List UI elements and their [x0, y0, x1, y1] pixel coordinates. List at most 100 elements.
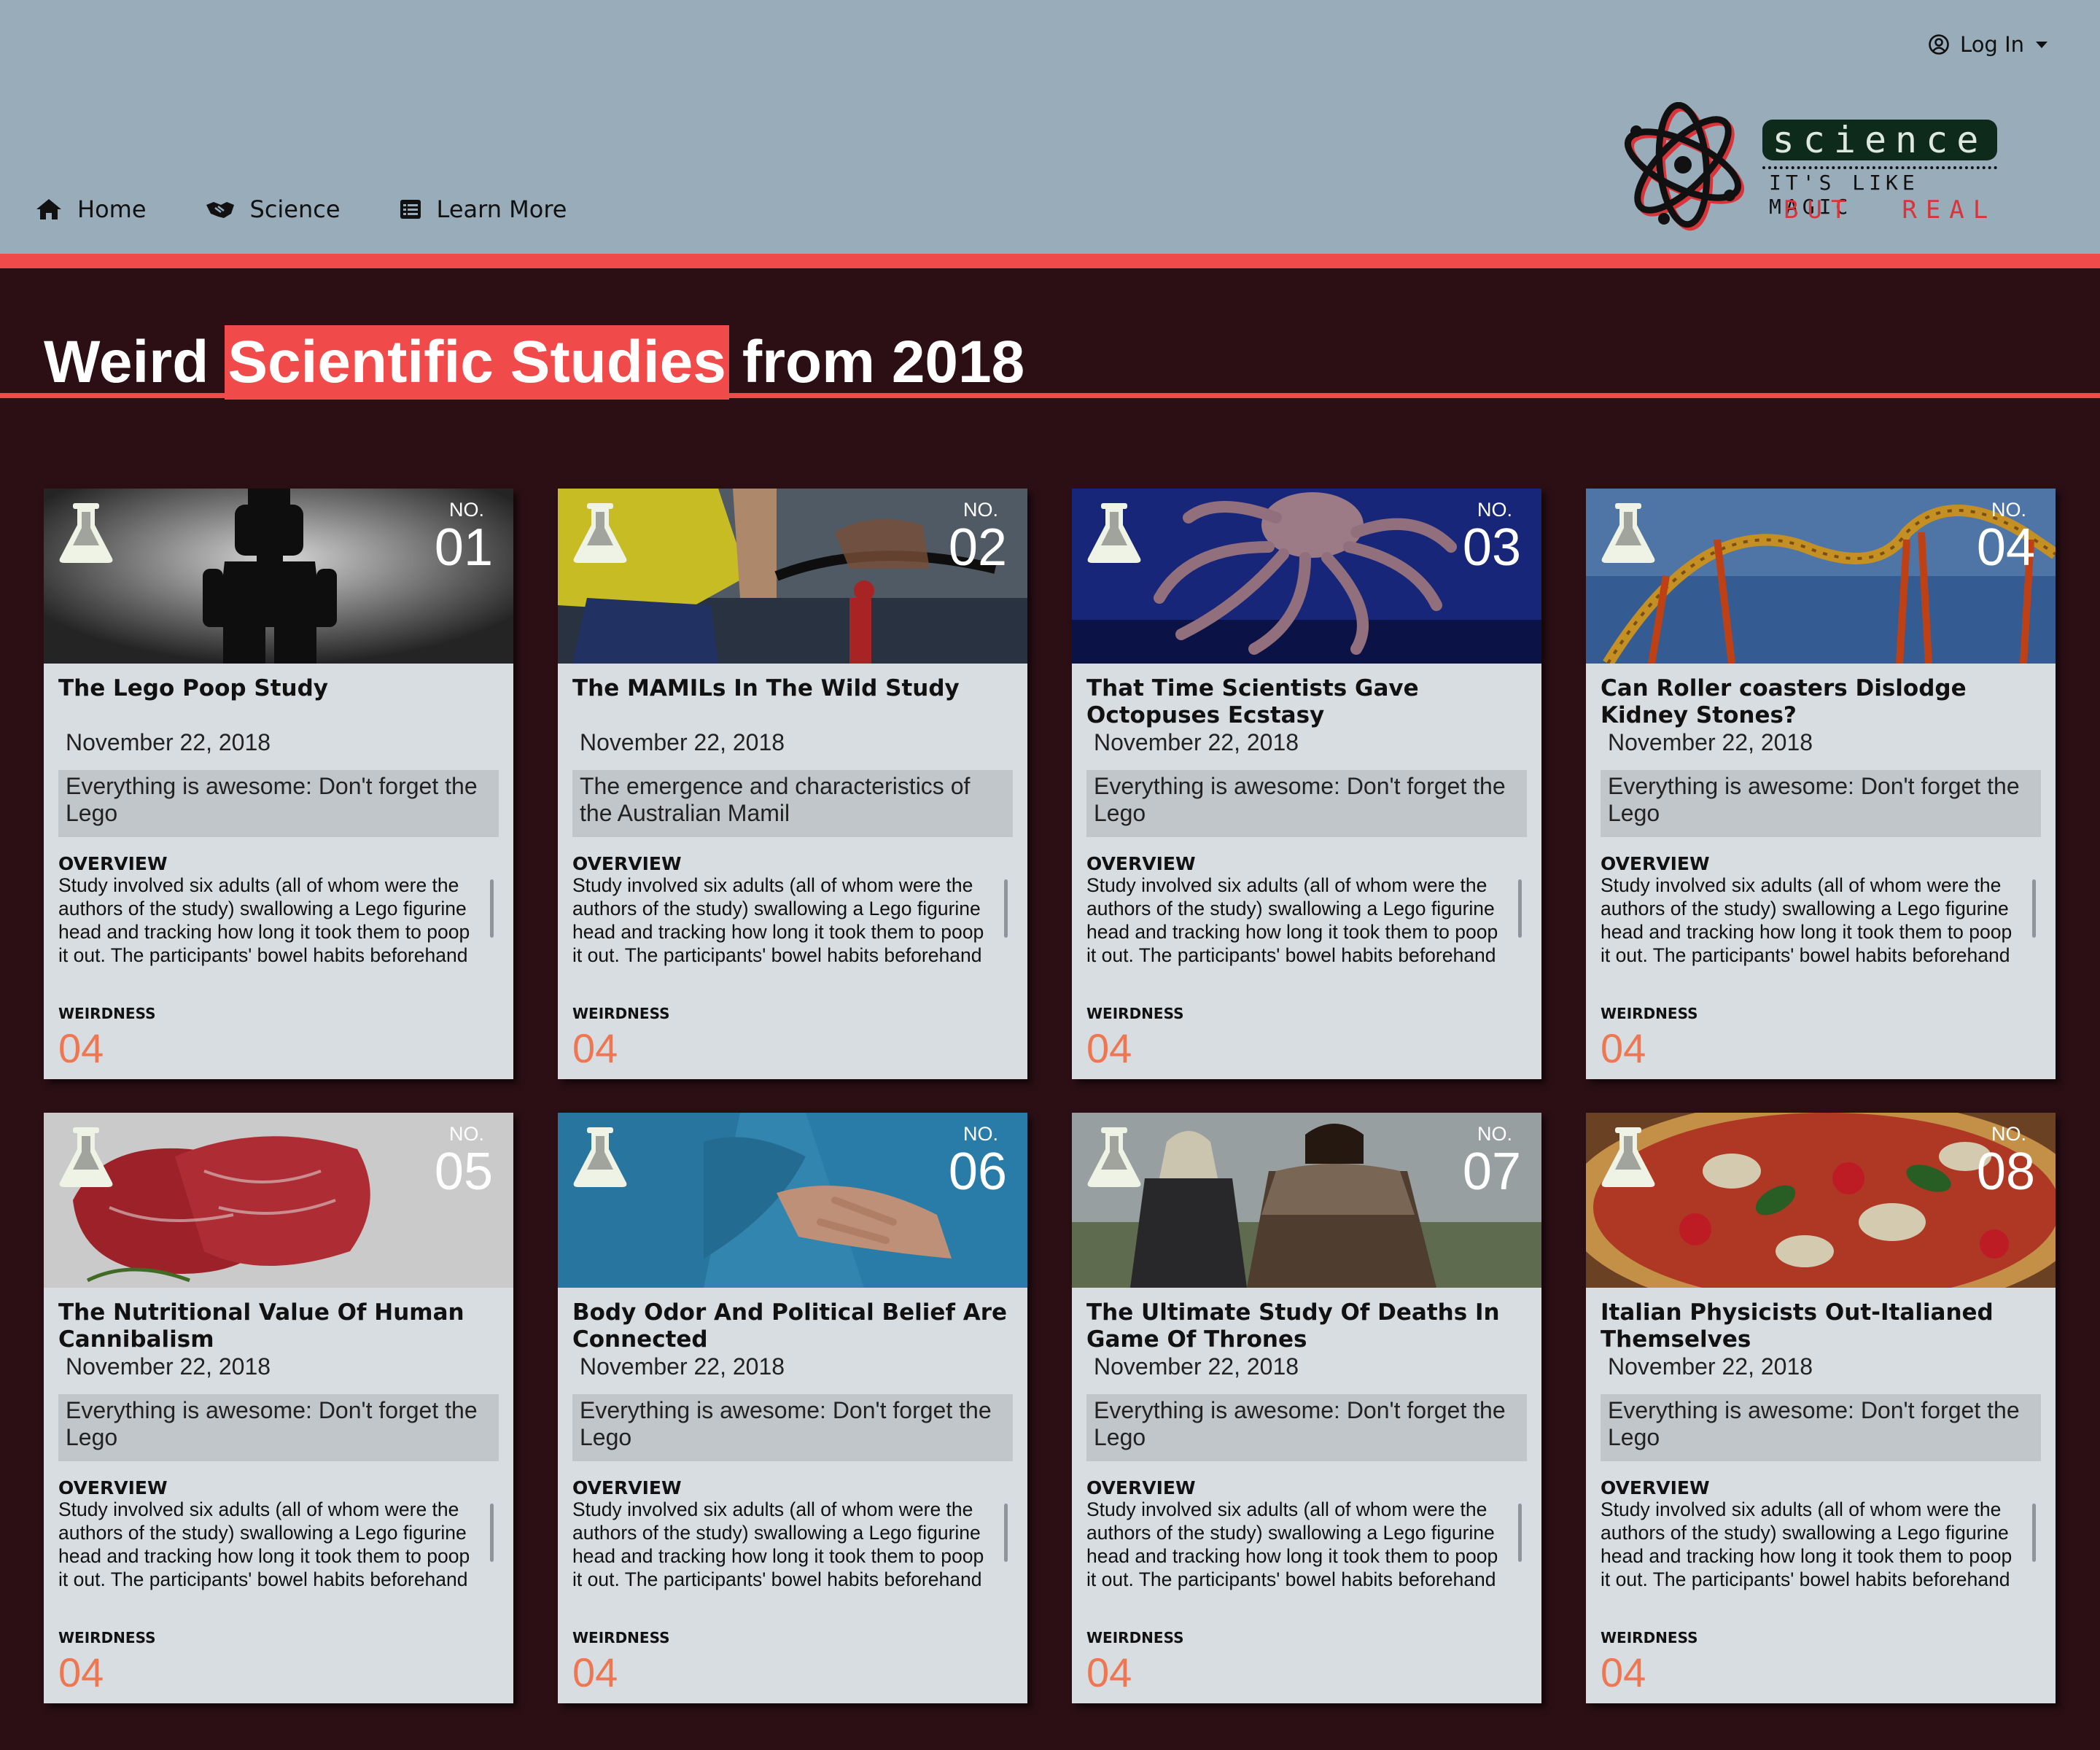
card-overview[interactable]: Study involved six adults (all of whom w… [572, 1498, 995, 1595]
weirdness-score: 04 [1601, 1649, 1646, 1695]
card-title[interactable]: The Nutritional Value Of Human Cannibali… [58, 1299, 503, 1353]
overview-scrollbar[interactable] [1518, 1504, 1522, 1562]
card-number: 02 [948, 518, 1007, 577]
nav-home[interactable]: Home [35, 195, 147, 223]
weirdness-score: 04 [572, 1649, 618, 1695]
card-image: NO. 05 [44, 1113, 513, 1288]
flask-icon [573, 503, 627, 563]
card-date: November 22, 2018 [580, 1353, 785, 1380]
overview-scrollbar[interactable] [490, 1504, 494, 1562]
card-overview[interactable]: Study involved six adults (all of whom w… [58, 874, 481, 971]
flask-icon [1601, 1127, 1655, 1187]
overview-scrollbar[interactable] [1004, 1504, 1008, 1562]
nav-science[interactable]: Science [205, 195, 341, 223]
card-image: NO. 08 [1586, 1113, 2056, 1288]
overview-label: OVERVIEW [58, 853, 168, 874]
card-number: 04 [1976, 518, 2035, 577]
main-nav: Home Science Learn More [35, 195, 567, 223]
card-title[interactable]: The Lego Poop Study [58, 675, 503, 702]
study-card[interactable]: NO. 03 That Time Scientists Gave Octopus… [1072, 489, 1541, 1079]
caret-down-icon [2036, 42, 2048, 48]
card-date: November 22, 2018 [66, 729, 271, 755]
overview-label: OVERVIEW [1601, 853, 1710, 874]
card-overview[interactable]: Study involved six adults (all of whom w… [58, 1498, 481, 1595]
weirdness-label: WEIRDNESS [572, 1629, 670, 1646]
weirdness-label: WEIRDNESS [58, 1005, 156, 1022]
logo-tagline-real: BUT REAL [1784, 195, 1997, 225]
study-card[interactable]: NO. 08 Italian Physicists Out-Italianed … [1586, 1113, 2056, 1703]
card-overview[interactable]: Study involved six adults (all of whom w… [1601, 1498, 2023, 1595]
handshake-icon [206, 202, 234, 218]
card-title[interactable]: Italian Physicists Out-Italianed Themsel… [1601, 1299, 2045, 1353]
login-menu[interactable]: Log In [1928, 32, 2049, 57]
atom-icon [1624, 102, 1745, 231]
card-image: NO. 06 [558, 1113, 1027, 1288]
overview-label: OVERVIEW [1601, 1477, 1710, 1498]
card-summary: Everything is awesome: Don't forget the … [1086, 770, 1527, 837]
card-date: November 22, 2018 [1094, 1353, 1299, 1380]
weirdness-label: WEIRDNESS [1601, 1005, 1698, 1022]
card-overview[interactable]: Study involved six adults (all of whom w… [1601, 874, 2023, 971]
card-summary: Everything is awesome: Don't forget the … [58, 770, 499, 837]
flask-icon [59, 503, 113, 563]
overview-scrollbar[interactable] [2032, 1504, 2036, 1562]
nav-learn-more[interactable]: Learn More [399, 195, 567, 223]
card-image: NO. 02 [558, 489, 1027, 664]
card-overview[interactable]: Study involved six adults (all of whom w… [1086, 1498, 1509, 1595]
card-date: November 22, 2018 [580, 729, 785, 755]
study-card[interactable]: NO. 02 The MAMILs In The Wild Study Nove… [558, 489, 1027, 1079]
card-title[interactable]: Can Roller coasters Dislodge Kidney Ston… [1601, 675, 2045, 729]
weirdness-score: 04 [1601, 1025, 1646, 1071]
card-overview[interactable]: Study involved six adults (all of whom w… [1086, 874, 1509, 971]
weirdness-score: 04 [58, 1649, 104, 1695]
card-date: November 22, 2018 [1094, 729, 1299, 755]
card-title[interactable]: The MAMILs In The Wild Study [572, 675, 1017, 702]
flask-icon [573, 1127, 627, 1187]
header-stripe [0, 254, 2100, 268]
weirdness-label: WEIRDNESS [572, 1005, 670, 1022]
weirdness-score: 04 [58, 1025, 104, 1071]
overview-scrollbar[interactable] [2032, 879, 2036, 938]
weirdness-label: WEIRDNESS [1086, 1005, 1184, 1022]
user-circle-icon [1929, 34, 1949, 55]
overview-label: OVERVIEW [572, 1477, 682, 1498]
title-rule [0, 393, 2100, 398]
card-date: November 22, 2018 [66, 1353, 271, 1380]
weirdness-label: WEIRDNESS [58, 1629, 156, 1646]
flask-icon [59, 1127, 113, 1187]
overview-label: OVERVIEW [1086, 1477, 1196, 1498]
card-title[interactable]: Body Odor And Political Belief Are Conne… [572, 1299, 1017, 1353]
card-title[interactable]: The Ultimate Study Of Deaths In Game Of … [1086, 1299, 1531, 1353]
page-title-post: from 2018 [742, 329, 1025, 395]
study-card[interactable]: NO. 06 Body Odor And Political Belief Ar… [558, 1113, 1027, 1703]
card-summary: Everything is awesome: Don't forget the … [1601, 770, 2041, 837]
card-summary: Everything is awesome: Don't forget the … [572, 1394, 1013, 1461]
card-title[interactable]: That Time Scientists Gave Octopuses Ecst… [1086, 675, 1531, 729]
card-summary: The emergence and characteristics of the… [572, 770, 1013, 837]
overview-scrollbar[interactable] [1004, 879, 1008, 938]
home-icon [36, 199, 61, 219]
study-card[interactable]: NO. 05 The Nutritional Value Of Human Ca… [44, 1113, 513, 1703]
overview-scrollbar[interactable] [490, 879, 494, 938]
overview-scrollbar[interactable] [1518, 879, 1522, 938]
card-summary: Everything is awesome: Don't forget the … [1086, 1394, 1527, 1461]
weirdness-label: WEIRDNESS [1601, 1629, 1698, 1646]
site-logo[interactable]: science IT'S LIKE MAGIC BUT REAL [1620, 102, 2007, 233]
card-image: NO. 03 [1072, 489, 1541, 664]
study-card[interactable]: NO. 07 The Ultimate Study Of Deaths In G… [1072, 1113, 1541, 1703]
weirdness-score: 04 [572, 1025, 618, 1071]
flask-icon [1601, 503, 1655, 563]
page-title-pre: Weird [44, 329, 209, 395]
overview-label: OVERVIEW [58, 1477, 168, 1498]
study-card[interactable]: NO. 04 Can Roller coasters Dislodge Kidn… [1586, 489, 2056, 1079]
card-number: 07 [1462, 1143, 1521, 1201]
study-card[interactable]: NO. 01 The Lego Poop Study November 22, … [44, 489, 513, 1079]
weirdness-label: WEIRDNESS [1086, 1629, 1184, 1646]
card-number: 05 [434, 1143, 493, 1201]
card-summary: Everything is awesome: Don't forget the … [1601, 1394, 2041, 1461]
overview-label: OVERVIEW [1086, 853, 1196, 874]
card-number: 08 [1976, 1143, 2035, 1201]
card-overview[interactable]: Study involved six adults (all of whom w… [572, 874, 995, 971]
nav-learn-more-label: Learn More [436, 195, 567, 223]
card-image: NO. 07 [1072, 1113, 1541, 1288]
